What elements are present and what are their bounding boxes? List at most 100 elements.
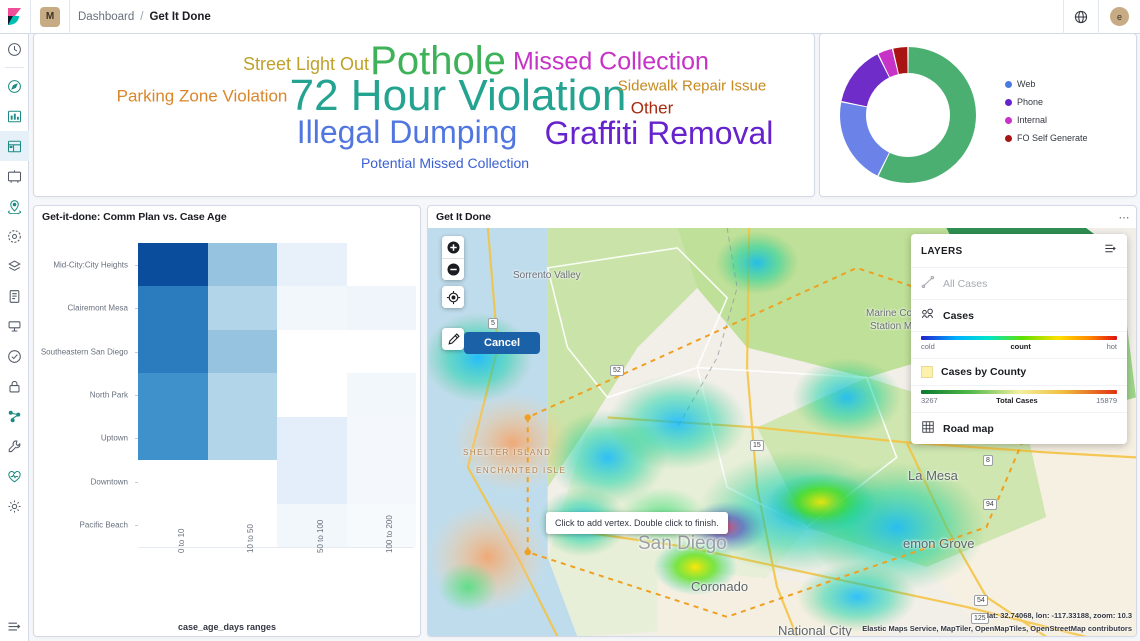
kibana-logo[interactable] bbox=[0, 0, 30, 34]
layer-item-road-map[interactable]: Road map bbox=[911, 413, 1127, 444]
map-draw-control[interactable] bbox=[442, 328, 464, 350]
heatmap-cell[interactable] bbox=[207, 286, 277, 330]
heatmap-cell[interactable] bbox=[277, 286, 347, 330]
sidebar-item-security[interactable] bbox=[0, 371, 29, 401]
map-place-label: San Diego bbox=[638, 533, 727, 554]
heatmap-cell[interactable] bbox=[138, 416, 208, 461]
wordcloud-word[interactable]: 72 Hour Violation bbox=[290, 74, 627, 118]
legend-label-internal: Internal bbox=[1017, 115, 1048, 125]
layer-label-cases: Cases bbox=[943, 309, 974, 322]
map-body[interactable]: Sorrento Valley Marine Corps Air Station M… bbox=[428, 228, 1136, 636]
heatmap-cell[interactable] bbox=[277, 243, 347, 287]
heatmap-cell[interactable] bbox=[207, 329, 277, 374]
heatmap-y-tick bbox=[135, 481, 138, 483]
heatmap-cell[interactable] bbox=[138, 373, 208, 417]
legend-item-phone[interactable]: Phone bbox=[1005, 97, 1088, 107]
breadcrumb-get-it-done[interactable]: Get It Done bbox=[149, 11, 210, 23]
heatmap-cell[interactable] bbox=[138, 243, 208, 287]
draw-shape-icon[interactable] bbox=[442, 328, 464, 350]
legend-item-fo-self-generate[interactable]: FO Self Generate bbox=[1005, 133, 1088, 143]
map-place-label: emon Grove bbox=[903, 536, 975, 551]
legend-item-web[interactable]: Web bbox=[1005, 79, 1088, 89]
heatmap-y-label: North Park bbox=[89, 390, 128, 400]
space-badge[interactable]: M bbox=[40, 6, 60, 27]
heatmap-cell[interactable] bbox=[138, 329, 208, 374]
heatmap-cell[interactable] bbox=[346, 460, 416, 504]
donut-chart-panel: Web Phone Internal FO Self Generate bbox=[819, 33, 1137, 197]
heatmap-cell[interactable] bbox=[346, 286, 416, 330]
donut-chart[interactable] bbox=[820, 36, 995, 194]
legend-dot-fo-self-generate bbox=[1005, 134, 1012, 142]
sidebar-item-visualize[interactable] bbox=[0, 101, 29, 131]
wordcloud-word[interactable]: Graffiti Removal bbox=[545, 117, 774, 149]
header-divider-1 bbox=[30, 0, 31, 34]
cases-legend-min: cold bbox=[921, 342, 935, 351]
sidebar-item-dashboard[interactable] bbox=[0, 131, 29, 161]
sidebar-item-maps[interactable] bbox=[0, 191, 29, 221]
map-panel: Get It Done ⋯ Sorrento Valley Marine Cor… bbox=[427, 205, 1137, 637]
heatmap-cell[interactable] bbox=[138, 286, 208, 330]
zoom-in-icon[interactable] bbox=[442, 236, 464, 258]
sidebar-item-discover[interactable] bbox=[0, 71, 29, 101]
wordcloud-word[interactable]: Potential Missed Collection bbox=[361, 156, 529, 170]
avatar[interactable]: e bbox=[1110, 7, 1129, 26]
heatmap-y-tick bbox=[135, 395, 138, 396]
cases-legend: cold count hot bbox=[911, 332, 1127, 359]
sidebar-item-logs[interactable] bbox=[0, 281, 29, 311]
layer-item-all-cases[interactable]: All Cases bbox=[911, 268, 1127, 300]
heatmap-cell[interactable] bbox=[277, 416, 347, 461]
sidebar-item-apm[interactable] bbox=[0, 311, 29, 341]
heatmap-cell[interactable] bbox=[277, 460, 347, 504]
sidebar-item-dev-tools[interactable] bbox=[0, 431, 29, 461]
donut-segment[interactable] bbox=[841, 54, 890, 107]
wordcloud-word[interactable]: Missed Collection bbox=[513, 49, 709, 75]
cancel-button[interactable]: Cancel bbox=[464, 332, 541, 354]
heatmap-plot-area[interactable]: Mid-City:City Heights Clairemont Mesa Sout… bbox=[34, 225, 420, 633]
wordcloud-word[interactable]: Street Light Out bbox=[243, 55, 369, 73]
wordcloud-word[interactable]: Parking Zone Violation bbox=[117, 88, 288, 105]
sidebar-item-graph[interactable] bbox=[0, 401, 29, 431]
heatmap-cell[interactable] bbox=[277, 503, 347, 547]
heatmap-cell[interactable] bbox=[207, 243, 277, 287]
heatmap-y-tick bbox=[135, 308, 138, 310]
layer-item-cases-by-county[interactable]: Cases by County bbox=[911, 359, 1127, 386]
legend-item-internal[interactable]: Internal bbox=[1005, 115, 1088, 125]
wordcloud-word[interactable]: Other bbox=[631, 100, 674, 117]
heatmap-cell[interactable] bbox=[346, 503, 416, 547]
heatmap-cell[interactable] bbox=[207, 373, 277, 417]
heatmap-cell[interactable] bbox=[346, 416, 416, 461]
heatmap-y-label: Mid-City:City Heights bbox=[53, 260, 128, 270]
heatmap-cell[interactable] bbox=[346, 373, 416, 417]
wordcloud-word[interactable]: Illegal Dumping bbox=[297, 116, 518, 148]
heatmap-cell[interactable] bbox=[207, 416, 277, 461]
layers-settings-icon[interactable] bbox=[1104, 242, 1117, 260]
layer-item-cases[interactable]: Cases bbox=[911, 300, 1127, 332]
sidebar-item-infrastructure[interactable] bbox=[0, 251, 29, 281]
sidebar-item-management[interactable] bbox=[0, 491, 29, 521]
highway-shield: 8 bbox=[983, 455, 993, 466]
sidebar-item-monitoring[interactable] bbox=[0, 461, 29, 491]
map-zoom-controls[interactable] bbox=[442, 236, 464, 280]
layers-title: LAYERS bbox=[921, 245, 963, 257]
map-fit-bounds-control[interactable] bbox=[442, 286, 464, 308]
sidebar-item-canvas[interactable] bbox=[0, 161, 29, 191]
collapse-sidebar-icon[interactable] bbox=[0, 611, 29, 641]
sidebar-item-machine-learning[interactable] bbox=[0, 221, 29, 251]
legend-label-web: Web bbox=[1017, 79, 1036, 89]
globe-help-icon[interactable] bbox=[1064, 0, 1098, 34]
heatmap-y-label: Downtown bbox=[90, 477, 128, 487]
breadcrumb-separator: / bbox=[140, 10, 144, 23]
donut-segment[interactable] bbox=[840, 102, 890, 176]
cases-legend-metric: count bbox=[1010, 342, 1031, 351]
wordcloud-word[interactable]: Sidewalk Repair Issue bbox=[618, 79, 766, 94]
sidebar-item-recently-viewed[interactable] bbox=[0, 34, 29, 64]
sidebar-item-uptime[interactable] bbox=[0, 341, 29, 371]
county-legend-min: 3267 bbox=[921, 396, 938, 405]
panel-context-menu-icon[interactable]: ⋯ bbox=[1119, 211, 1131, 224]
layers-panel: LAYERS All Cases Cases cold count hot Ca… bbox=[911, 234, 1127, 444]
heatmap-x-label: 50 to 100 bbox=[315, 519, 325, 553]
breadcrumb-dashboard[interactable]: Dashboard bbox=[78, 11, 134, 23]
heatmap-panel: Get-it-done: Comm Plan vs. Case Age Mid-… bbox=[33, 205, 421, 637]
zoom-out-icon[interactable] bbox=[442, 258, 464, 280]
fit-to-bounds-icon[interactable] bbox=[442, 286, 464, 308]
